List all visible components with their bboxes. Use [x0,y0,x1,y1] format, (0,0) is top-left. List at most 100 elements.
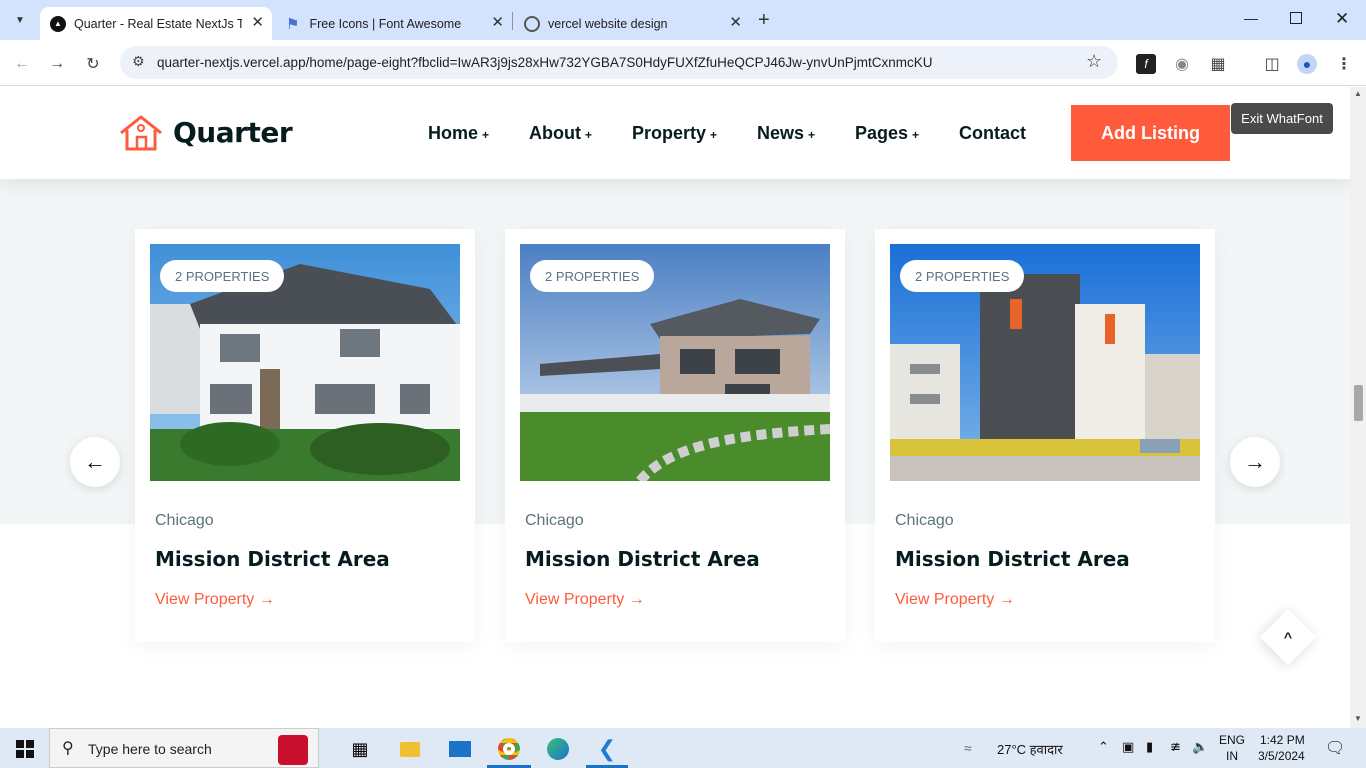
vercel-favicon-icon: ▲ [50,15,66,32]
nav-about[interactable]: About + [529,123,592,144]
profile-avatar[interactable]: ● [1297,54,1317,74]
nav-label: News [757,123,805,143]
property-card[interactable]: 2 PROPERTIES Chicago Mission District Ar… [135,229,475,642]
browser-tab-bar: ▼ ▲ Quarter - Real Estate NextJs Ten ✕ ⚑… [0,0,1366,40]
scroll-to-top-button[interactable]: ^ [1259,608,1317,666]
tab-title: Quarter - Real Estate NextJs Ten [74,16,242,31]
card-city: Chicago [895,512,954,529]
language-label[interactable]: ENG [1219,733,1245,747]
clock-time[interactable]: 1:42 PM [1260,733,1305,747]
card-city: Chicago [525,512,584,529]
search-placeholder: Type here to search [88,741,212,757]
plus-icon: + [912,128,920,142]
edge-icon[interactable] [545,736,571,762]
carousel-prev-arrow-icon[interactable]: ← [70,437,120,487]
brand-name[interactable]: Quarter [173,116,293,149]
windows-start-icon[interactable] [12,736,38,762]
file-explorer-icon[interactable] [397,736,423,762]
taskbar-search-box[interactable]: ⚲ Type here to search [49,728,319,768]
windows-taskbar: ⚲ Type here to search ▦ ❮ ≈ 27°C हवादार … [0,728,1366,768]
house-logo-icon[interactable] [118,113,164,158]
flag-favicon-icon: ⚑ [286,15,300,33]
volume-icon[interactable]: 🔈 [1192,739,1208,755]
mail-icon[interactable] [447,736,473,762]
meet-icon[interactable]: ▣ [1122,739,1134,755]
exit-whatfont-button[interactable]: Exit WhatFont [1231,103,1333,134]
properties-count-badge: 2 PROPERTIES [530,260,655,292]
notifications-icon[interactable]: 🗨 [1325,738,1345,758]
view-property-link[interactable]: View Property → [525,591,645,609]
bookmark-star-icon[interactable]: ☆ [1086,51,1102,72]
tab-vercel-design[interactable]: vercel website design ✕ [514,7,750,40]
card-city: Chicago [155,512,214,529]
camera-icon[interactable]: ◉ [1172,54,1192,74]
extensions-icon[interactable]: ▦ [1208,54,1228,74]
region-label[interactable]: IN [1226,749,1238,763]
properties-count-badge: 2 PROPERTIES [900,260,1025,292]
nav-pages[interactable]: Pages + [855,123,919,144]
close-tab-icon[interactable]: ✕ [251,15,264,31]
whatfont-extension-icon[interactable]: f [1136,54,1156,74]
back-icon[interactable]: ← [12,54,32,74]
weather-icon[interactable]: ≈ [964,740,972,756]
web-page: Quarter Home + About + Property + News + Pag… [0,87,1350,728]
chevron-up-icon: ^ [1283,629,1293,645]
browser-toolbar: ← → ↻ ⚙ quarter-nextjs.vercel.app/home/p… [0,40,1366,86]
tab-font-awesome[interactable]: ⚑ Free Icons | Font Awesome ✕ [276,7,512,40]
url-text[interactable]: quarter-nextjs.vercel.app/home/page-eigh… [157,55,932,70]
plus-icon: + [808,128,816,142]
nav-label: Property [632,123,707,143]
add-listing-button[interactable]: Add Listing [1071,105,1230,161]
tab-title: vercel website design [548,16,668,31]
site-info-icon[interactable]: ⚙ [132,53,145,70]
card-title[interactable]: Mission District Area [155,547,390,571]
properties-count-badge: 2 PROPERTIES [160,260,285,292]
nav-contact[interactable]: Contact [959,123,1026,144]
view-property-link[interactable]: View Property → [895,591,1015,609]
plus-icon: + [584,128,592,142]
chrome-icon[interactable] [496,736,522,762]
scroll-up-arrow-icon[interactable]: ▲ [1354,89,1362,98]
address-bar[interactable]: ⚙ quarter-nextjs.vercel.app/home/page-ei… [120,46,1118,79]
plus-icon: + [482,128,490,142]
plus-icon: + [710,128,718,142]
page-scrollbar[interactable]: ▲ ▼ [1350,87,1366,728]
carousel-next-arrow-icon[interactable]: → [1230,437,1280,487]
scrollbar-thumb[interactable] [1354,385,1363,421]
property-card[interactable]: 2 PROPERTIES Chicago Mission District Ar… [875,229,1215,642]
task-view-icon[interactable]: ▦ [347,736,373,762]
election-ballot-icon[interactable] [278,735,308,765]
nav-property[interactable]: Property + [632,123,717,144]
close-window-icon[interactable]: ✕ [1335,9,1349,29]
minimize-icon[interactable]: — [1244,10,1258,26]
restore-icon[interactable] [1290,12,1302,24]
nav-home[interactable]: Home + [428,123,489,144]
search-icon: ⚲ [62,740,74,757]
nav-label: About [529,123,581,143]
property-card[interactable]: 2 PROPERTIES Chicago Mission District Ar… [505,229,845,642]
site-header: Quarter Home + About + Property + News + Pag… [0,87,1350,179]
forward-icon[interactable]: → [47,54,67,74]
sidepanel-icon[interactable]: ◫ [1262,54,1282,74]
new-tab-icon[interactable]: + [758,9,770,32]
battery-icon[interactable]: ▮ [1146,739,1153,755]
tab-search-icon[interactable]: ▼ [10,10,30,30]
scroll-down-arrow-icon[interactable]: ▼ [1354,714,1362,723]
card-title[interactable]: Mission District Area [525,547,760,571]
wifi-icon[interactable]: ≇ [1170,739,1181,755]
vscode-icon[interactable]: ❮ [594,736,620,762]
nav-label: Pages [855,123,909,143]
chevron-up-icon[interactable]: ⌃ [1098,739,1109,755]
close-tab-icon[interactable]: ✕ [729,15,742,31]
menu-kebab-icon[interactable]: ⋮ [1334,54,1354,74]
tab-quarter[interactable]: ▲ Quarter - Real Estate NextJs Ten ✕ [40,7,272,40]
clock-date[interactable]: 3/5/2024 [1258,749,1305,763]
google-favicon-icon [524,15,540,32]
nav-news[interactable]: News + [757,123,815,144]
weather-text[interactable]: 27°C हवादार [997,740,1063,758]
reload-icon[interactable]: ↻ [83,54,103,74]
card-title[interactable]: Mission District Area [895,547,1130,571]
view-property-link[interactable]: View Property → [155,591,275,609]
close-tab-icon[interactable]: ✕ [491,15,504,31]
nav-label: Contact [959,123,1026,143]
